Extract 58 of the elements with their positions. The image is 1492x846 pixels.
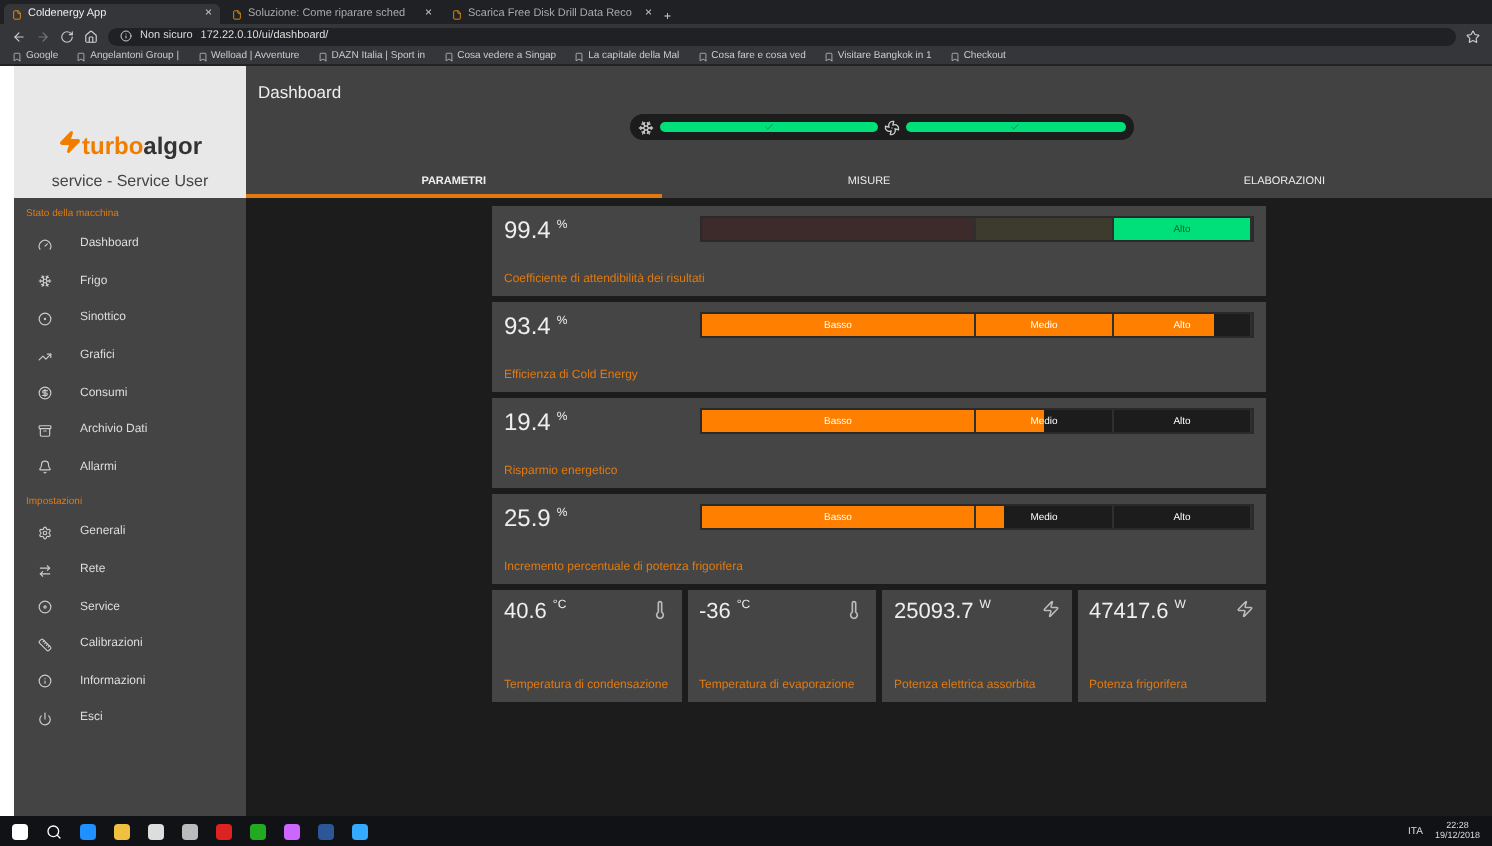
gauge-value: 25.9 $^{%}$ — [504, 504, 570, 532]
app-icon[interactable] — [250, 823, 266, 839]
snowflake-icon — [637, 119, 653, 135]
metric-value: 25093.7 $^{W}$ — [894, 600, 991, 624]
bookmark-icon — [697, 51, 708, 61]
metric-value: 40.6 $^{°C}$ — [504, 600, 567, 624]
info-icon — [120, 30, 132, 42]
app-icon[interactable] — [284, 823, 300, 839]
bookmark-icon — [197, 51, 208, 61]
app-icon[interactable] — [80, 823, 96, 839]
settings-icon — [38, 525, 52, 540]
bookmark-icon — [317, 51, 328, 61]
page-title: Dashboard — [256, 80, 344, 102]
back-icon[interactable] — [12, 29, 26, 43]
bookmark-icon — [949, 51, 960, 61]
gauge-value: 93.4 $^{%}$ — [504, 312, 570, 340]
bookmark-icon — [823, 51, 834, 61]
star-icon[interactable] — [1466, 29, 1480, 43]
bell-icon — [38, 460, 52, 475]
gauge-value: 99.4 $^{%}$ — [504, 216, 570, 244]
user-name: service - Service User — [51, 172, 209, 190]
search-icon[interactable] — [46, 823, 62, 839]
power-icon — [38, 711, 52, 726]
check-icon — [1010, 122, 1021, 132]
fan-icon — [884, 119, 900, 135]
metric-value: -36 $^{°C}$ — [699, 600, 751, 624]
app-icon[interactable] — [114, 823, 130, 839]
page-icon — [12, 9, 22, 19]
forward-icon[interactable] — [36, 29, 50, 43]
metric-value: 47417.6 $^{W}$ — [1089, 600, 1186, 624]
info-icon — [38, 674, 52, 689]
check-icon — [763, 122, 774, 132]
app-icon[interactable] — [352, 823, 368, 839]
bookmark-icon — [443, 51, 454, 61]
page-icon — [452, 9, 462, 19]
ruler-icon — [38, 637, 52, 652]
windows-icon[interactable] — [12, 823, 28, 839]
disc-icon — [38, 600, 52, 615]
lightning-icon — [1041, 600, 1059, 618]
archive-icon — [38, 423, 52, 438]
target-icon — [38, 311, 52, 326]
arrows-icon — [38, 563, 52, 578]
app-icon[interactable] — [148, 823, 164, 839]
gauge-value: 19.4 $^{%}$ — [504, 408, 570, 436]
bookmark-icon — [76, 51, 87, 61]
coin-icon — [38, 386, 52, 401]
gauge-icon — [38, 237, 52, 252]
reload-icon[interactable] — [60, 29, 74, 43]
bookmark-icon — [574, 51, 585, 61]
app-icon[interactable] — [182, 823, 198, 839]
line-chart-icon — [38, 349, 52, 364]
logo: turboalgor — [58, 130, 202, 160]
lightning-icon — [1236, 600, 1254, 618]
page-icon — [232, 9, 242, 19]
thermometer-icon — [844, 600, 864, 620]
snowflake-icon — [38, 274, 52, 289]
home-icon[interactable] — [84, 29, 98, 43]
bookmark-icon — [12, 51, 22, 61]
